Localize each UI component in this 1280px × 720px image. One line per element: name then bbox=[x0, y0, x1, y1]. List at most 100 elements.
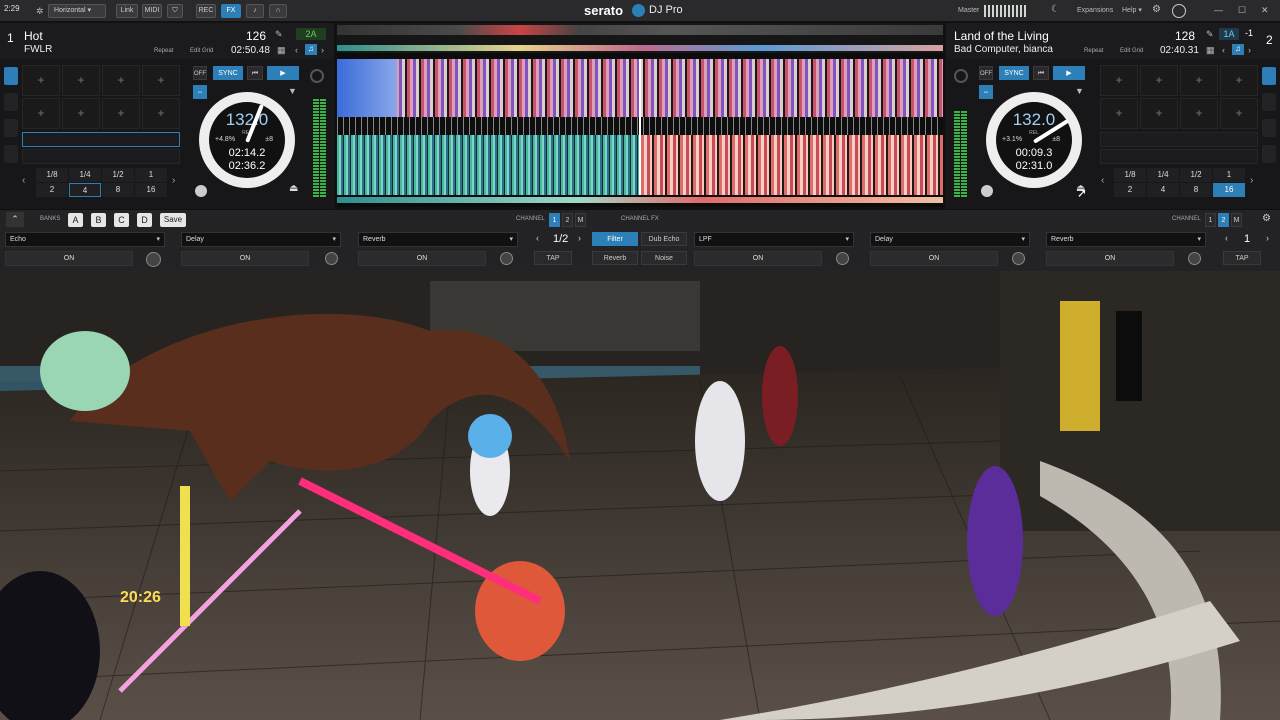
fx1-slot1-select[interactable]: Echo bbox=[5, 232, 165, 247]
loop-size-selected[interactable]: 4 bbox=[69, 183, 101, 197]
fx2-slot1-on[interactable]: ON bbox=[694, 251, 822, 266]
sampler-icon[interactable]: ♪ bbox=[246, 4, 264, 18]
fx2-slot2-on[interactable]: ON bbox=[870, 251, 998, 266]
channel-2-button[interactable]: 2 bbox=[1218, 213, 1229, 227]
vinyl-mode-icon[interactable] bbox=[981, 185, 993, 197]
censor-icon[interactable]: ▼ bbox=[288, 86, 297, 96]
bank-d[interactable]: D bbox=[137, 213, 152, 227]
censor-icon[interactable]: ▼ bbox=[1075, 86, 1084, 96]
saved-loop-slot[interactable] bbox=[1100, 149, 1258, 164]
loop-size[interactable]: 2 bbox=[1114, 183, 1146, 197]
loop-size[interactable]: 1 bbox=[135, 168, 167, 182]
loop-size[interactable]: 1/4 bbox=[69, 168, 101, 182]
loop-size[interactable]: 4 bbox=[1147, 183, 1179, 197]
fx2-slot3-select[interactable]: Reverb bbox=[1046, 232, 1206, 247]
beats-down-icon[interactable]: ‹ bbox=[536, 233, 539, 243]
loop-size[interactable]: 2 bbox=[36, 183, 68, 197]
deck1-sync-button[interactable]: SYNC bbox=[213, 66, 243, 80]
fx2-tap-button[interactable]: TAP bbox=[1223, 251, 1261, 265]
loop-size[interactable]: 8 bbox=[102, 183, 134, 197]
deck2-platter[interactable]: 132.0 REL +3.1% ±8 00:09.3 02:31.0 bbox=[986, 92, 1082, 188]
loop-prev-icon[interactable]: ‹ bbox=[22, 175, 25, 186]
noise-button[interactable]: Noise bbox=[641, 251, 687, 265]
reverb-button[interactable]: Reverb bbox=[592, 251, 638, 265]
hotcue-pad[interactable]: + bbox=[1180, 98, 1218, 129]
channel-m-button[interactable]: M bbox=[575, 213, 586, 227]
pencil-icon[interactable]: ✎ bbox=[275, 29, 283, 40]
loop-next-icon[interactable]: › bbox=[1250, 175, 1253, 186]
loop-size[interactable]: 1/2 bbox=[102, 168, 134, 182]
dub-echo-button[interactable]: Dub Echo bbox=[641, 232, 687, 246]
slip-icon[interactable]: ⇔ bbox=[193, 85, 207, 99]
headphones-icon[interactable]: ∩ bbox=[269, 4, 287, 18]
cue-icon[interactable]: ⏮ bbox=[247, 66, 263, 80]
account-icon[interactable] bbox=[1172, 4, 1186, 18]
hotcue-pad[interactable]: + bbox=[1220, 98, 1258, 129]
channel-1-button[interactable]: 1 bbox=[1205, 213, 1216, 227]
deck2-sync-button[interactable]: SYNC bbox=[999, 66, 1029, 80]
deck1-off-button[interactable]: OFF bbox=[193, 66, 207, 80]
moon-icon[interactable]: ☾ bbox=[1051, 3, 1060, 17]
loop-next-icon[interactable]: › bbox=[172, 175, 175, 186]
saved-loop-slot[interactable] bbox=[22, 149, 180, 164]
saved-loop-icon[interactable] bbox=[1262, 119, 1276, 137]
beats-down-icon[interactable]: ‹ bbox=[1225, 233, 1228, 243]
chevron-right-icon[interactable]: › bbox=[1248, 45, 1251, 55]
hotcue-pad[interactable]: + bbox=[1100, 65, 1138, 96]
tempo-knob-icon[interactable] bbox=[954, 69, 968, 83]
menu-list-icon[interactable] bbox=[1262, 93, 1276, 111]
filter-button[interactable]: Filter bbox=[592, 232, 638, 246]
eject-icon[interactable]: ⏏ bbox=[289, 183, 298, 194]
bank-b[interactable]: B bbox=[91, 213, 106, 227]
loop-size[interactable]: 1/8 bbox=[1114, 168, 1146, 182]
fx-knob[interactable] bbox=[500, 252, 513, 265]
roll-icon[interactable] bbox=[4, 145, 18, 163]
fx-knob[interactable] bbox=[836, 252, 849, 265]
loop-size-selected[interactable]: 16 bbox=[1213, 183, 1245, 197]
channel-m-button[interactable]: M bbox=[1231, 213, 1242, 227]
fx2-slot3-on[interactable]: ON bbox=[1046, 251, 1174, 266]
link-button[interactable]: Link bbox=[116, 4, 138, 18]
hotcue-pad[interactable]: + bbox=[102, 98, 140, 129]
rec-button[interactable]: REC bbox=[196, 4, 216, 18]
fx1-tap-button[interactable]: TAP bbox=[534, 251, 572, 265]
loop-size[interactable]: 1/4 bbox=[1147, 168, 1179, 182]
loop-size[interactable]: 1/2 bbox=[1180, 168, 1212, 182]
play-icon[interactable]: ▶ bbox=[267, 66, 299, 80]
minimize-icon[interactable]: — bbox=[1214, 3, 1223, 17]
fx-knob[interactable] bbox=[1188, 252, 1201, 265]
fx2-slot1-select[interactable]: LPF bbox=[694, 232, 854, 247]
hotcue-pad[interactable]: + bbox=[1140, 65, 1178, 96]
shield-icon[interactable]: ⛉ bbox=[167, 4, 183, 18]
hotcue-mode-icon[interactable] bbox=[1262, 67, 1276, 85]
layout-select[interactable]: Horizontal ▾ bbox=[48, 4, 106, 18]
hotcue-pad[interactable]: + bbox=[62, 98, 100, 129]
fx1-slot2-on[interactable]: ON bbox=[181, 251, 309, 266]
hotcue-pad[interactable]: + bbox=[22, 98, 60, 129]
keylock-icon[interactable]: ♫ bbox=[1232, 44, 1244, 55]
chevron-left-icon[interactable]: ‹ bbox=[1222, 45, 1225, 55]
grid-icon[interactable]: ▦ bbox=[1206, 45, 1215, 56]
waveform-panel[interactable] bbox=[337, 23, 943, 207]
save-button[interactable]: Save bbox=[160, 213, 186, 227]
channel-2-button[interactable]: 2 bbox=[562, 213, 573, 227]
loop-size[interactable]: 16 bbox=[135, 183, 167, 197]
pencil-icon[interactable]: ✎ bbox=[1206, 29, 1214, 40]
deck1-repeat[interactable]: Repeat bbox=[154, 48, 173, 54]
saved-loop-icon[interactable] bbox=[4, 119, 18, 137]
bank-a[interactable]: A bbox=[68, 213, 83, 227]
close-icon[interactable]: ✕ bbox=[1261, 3, 1269, 17]
fx-knob[interactable] bbox=[1012, 252, 1025, 265]
fx1-slot2-select[interactable]: Delay bbox=[181, 232, 341, 247]
midi-button[interactable]: MIDI bbox=[142, 4, 162, 18]
slip-icon[interactable]: ⇔ bbox=[979, 85, 993, 99]
channel-1-button[interactable]: 1 bbox=[549, 213, 560, 227]
deck1-edit-grid[interactable]: Edit Grid bbox=[190, 48, 213, 54]
keylock-icon[interactable]: ♫ bbox=[305, 44, 317, 55]
deck2-overview[interactable] bbox=[337, 197, 943, 203]
hotcue-pad[interactable]: + bbox=[62, 65, 100, 96]
menu-list-icon[interactable] bbox=[4, 93, 18, 111]
hotcue-pad[interactable]: + bbox=[22, 65, 60, 96]
deck2-off-button[interactable]: OFF bbox=[979, 66, 993, 80]
fx-knob[interactable] bbox=[325, 252, 338, 265]
